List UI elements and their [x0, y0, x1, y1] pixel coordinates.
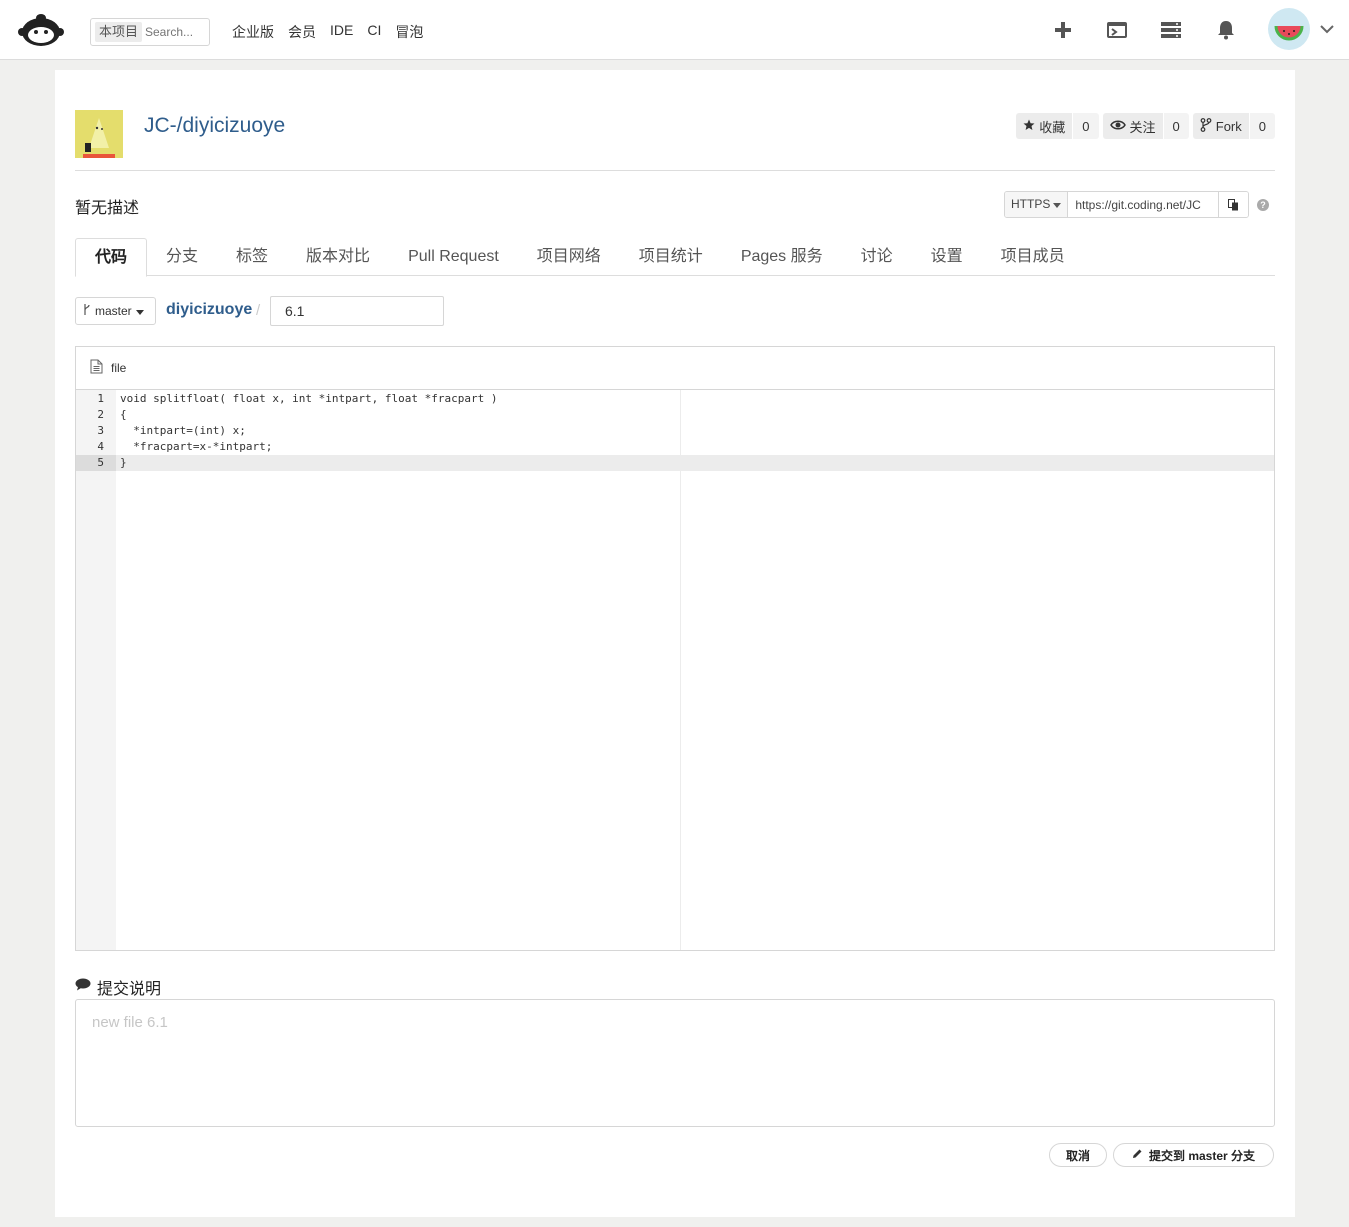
pencil-icon — [1132, 1148, 1143, 1162]
code-line-current[interactable]: 5} — [76, 455, 1274, 471]
tab-branches[interactable]: 分支 — [147, 238, 217, 276]
branch-label: master — [95, 304, 132, 318]
commit-label-text: 提交说明 — [97, 981, 162, 998]
search-input[interactable] — [145, 23, 207, 41]
tab-settings[interactable]: 设置 — [912, 238, 982, 276]
star-button[interactable]: 收藏 — [1016, 113, 1074, 139]
line-text[interactable]: void splitfloat( float x, int *intpart, … — [120, 391, 498, 407]
tab-pull-request[interactable]: Pull Request — [389, 238, 518, 276]
server-icon[interactable] — [1157, 16, 1185, 44]
tab-code[interactable]: 代码 — [75, 238, 148, 277]
clone-url-group: HTTPS — [1004, 191, 1250, 218]
editor-header: file — [76, 347, 1274, 390]
cancel-button[interactable]: 取消 — [1049, 1143, 1107, 1167]
nav-member[interactable]: 会员 — [288, 22, 316, 42]
fork-group: Fork 0 — [1192, 113, 1275, 139]
line-number: 4 — [97, 440, 104, 453]
eye-icon — [1109, 119, 1126, 134]
fork-icon — [1200, 117, 1212, 135]
star-icon — [1023, 119, 1035, 134]
tab-tags[interactable]: 标签 — [217, 238, 287, 276]
caret-down-icon — [135, 304, 144, 318]
editor-mode-label[interactable]: file — [111, 361, 126, 375]
line-number: 1 — [97, 392, 104, 405]
clone-protocol-select[interactable]: HTTPS — [1005, 192, 1069, 217]
watch-count: 0 — [1163, 113, 1189, 139]
star-label: 收藏 — [1039, 119, 1066, 135]
tab-compare[interactable]: 版本对比 — [287, 238, 389, 276]
plus-icon[interactable] — [1049, 16, 1077, 44]
line-number: 3 — [97, 424, 104, 437]
comment-icon — [75, 978, 91, 996]
line-text[interactable]: *intpart=(int) x; — [120, 423, 246, 439]
breadcrumb-repo[interactable]: diyicizuoye — [166, 301, 252, 319]
watch-group: 关注 0 — [1102, 113, 1189, 139]
cancel-label: 取消 — [1065, 1148, 1090, 1163]
watch-button[interactable]: 关注 — [1102, 113, 1164, 139]
tab-statistics[interactable]: 项目统计 — [620, 238, 722, 276]
nav-enterprise[interactable]: 企业版 — [232, 22, 274, 42]
code-line[interactable]: 3 *intpart=(int) x; — [76, 423, 1274, 439]
top-nav-links: 企业版 会员 IDE CI 冒泡 — [232, 22, 423, 42]
caret-down-icon — [1053, 192, 1062, 217]
repo-actions: 收藏 0 关注 0 Fork 0 — [1016, 113, 1275, 139]
main-panel: JC-/diyicizuoye 收藏 0 关注 0 Fork 0 暂无描述 HT… — [55, 70, 1295, 1217]
code-editor[interactable]: file 1 void splitfloat( float x, int *int… — [75, 346, 1275, 951]
code-line[interactable]: 4 *fracpart=x-*intpart; — [76, 439, 1274, 455]
tab-discussion[interactable]: 讨论 — [842, 238, 912, 276]
divider — [75, 170, 1275, 171]
top-navbar: 本项目 企业版 会员 IDE CI 冒泡 — [0, 0, 1349, 60]
file-icon — [90, 359, 103, 377]
chevron-down-icon[interactable] — [1318, 20, 1336, 38]
file-name-input[interactable] — [270, 296, 444, 326]
line-text[interactable]: { — [120, 407, 127, 423]
tab-members[interactable]: 项目成员 — [982, 238, 1084, 276]
repo-title[interactable]: JC-/diyicizuoye — [144, 114, 285, 138]
watch-label: 关注 — [1129, 119, 1156, 135]
commit-message-input[interactable] — [75, 999, 1275, 1127]
breadcrumb-separator: / — [256, 302, 261, 319]
line-number: 2 — [97, 408, 104, 421]
nav-bubble[interactable]: 冒泡 — [395, 22, 423, 42]
repo-description: 暂无描述 — [75, 200, 140, 217]
branch-icon — [83, 304, 91, 318]
star-count: 0 — [1073, 113, 1099, 139]
bell-icon[interactable] — [1212, 16, 1240, 44]
print-margin — [680, 390, 681, 950]
nav-ide[interactable]: IDE — [330, 22, 353, 42]
fork-label: Fork — [1215, 118, 1242, 134]
commit-button-label: 提交到 master 分支 — [1148, 1148, 1256, 1163]
repo-avatar — [75, 110, 123, 158]
clone-protocol-label: HTTPS — [1011, 197, 1051, 211]
commit-button[interactable]: 提交到 master 分支 — [1113, 1143, 1274, 1167]
tab-pages[interactable]: Pages 服务 — [722, 238, 842, 276]
commit-message-label: 提交说明 — [75, 975, 161, 999]
fork-count: 0 — [1249, 113, 1275, 139]
line-text[interactable]: *fracpart=x-*intpart; — [120, 439, 272, 455]
search-scope[interactable]: 本项目 — [95, 22, 143, 42]
line-gutter — [76, 390, 116, 950]
branch-selector[interactable]: master — [75, 297, 156, 325]
fork-button[interactable]: Fork — [1192, 113, 1250, 139]
line-text[interactable]: } — [120, 455, 127, 471]
coding-logo-icon[interactable] — [18, 12, 64, 48]
code-line[interactable]: 2{ — [76, 407, 1274, 423]
clone-url-input[interactable] — [1068, 192, 1219, 217]
copy-icon[interactable] — [1218, 192, 1249, 217]
code-line[interactable]: 1 void splitfloat( float x, int *intpart,… — [76, 391, 1274, 407]
repo-tabs: 代码 分支 标签 版本对比 Pull Request 项目网络 项目统计 Pag… — [75, 238, 1275, 277]
line-number: 5 — [76, 455, 116, 471]
help-icon[interactable]: ? — [1257, 199, 1269, 211]
nav-ci[interactable]: CI — [367, 22, 381, 42]
tab-network[interactable]: 项目网络 — [518, 238, 620, 276]
user-avatar[interactable] — [1268, 8, 1310, 50]
terminal-icon[interactable] — [1103, 16, 1131, 44]
search-box[interactable]: 本项目 — [90, 18, 210, 46]
code-lines[interactable]: 1 void splitfloat( float x, int *intpart,… — [76, 391, 1274, 471]
star-group: 收藏 0 — [1016, 113, 1099, 139]
